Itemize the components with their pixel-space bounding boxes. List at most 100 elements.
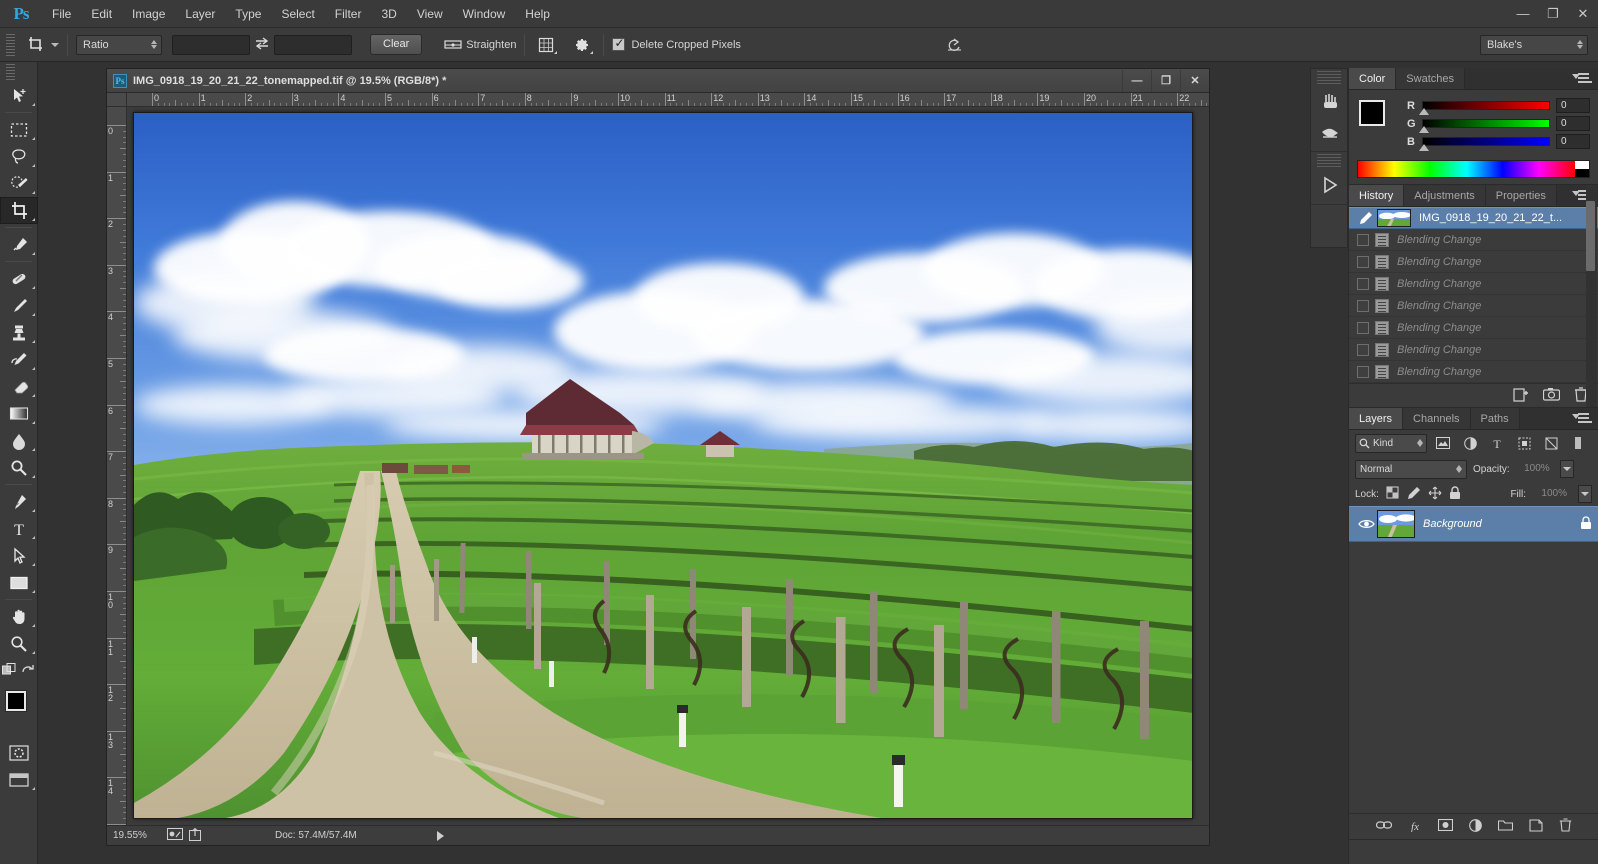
document-close-button[interactable]: ✕ (1180, 69, 1209, 92)
path-selection-tool[interactable] (0, 542, 38, 569)
history-item[interactable]: Blending Change (1349, 229, 1598, 251)
filter-shape-icon[interactable] (1513, 433, 1535, 453)
tools-panel-grip[interactable] (0, 62, 37, 82)
share-icon[interactable] (189, 827, 203, 844)
history-snapshot-checkbox[interactable] (1357, 343, 1369, 356)
history-snapshot-checkbox[interactable] (1357, 233, 1369, 246)
filter-pixel-icon[interactable] (1432, 433, 1454, 453)
history-brush-source-icon[interactable] (1357, 211, 1373, 225)
tab-swatches[interactable]: Swatches (1396, 68, 1465, 89)
rectangular-marquee-tool[interactable] (0, 116, 38, 143)
tool-presets-icon[interactable] (1311, 117, 1349, 147)
gear-icon[interactable] (569, 33, 595, 57)
history-item[interactable]: Blending Change (1349, 317, 1598, 339)
document-restore-button[interactable]: ❐ (1151, 69, 1180, 92)
crop-ratio-select[interactable]: Ratio (76, 34, 162, 55)
menu-edit[interactable]: Edit (81, 0, 122, 28)
rectangle-tool[interactable] (0, 569, 38, 596)
fill-chevron-down-icon[interactable] (1578, 485, 1592, 503)
workspace-select[interactable]: Blake's (1480, 34, 1588, 55)
filter-type-icon[interactable]: T (1486, 433, 1508, 453)
color-panel-menu-icon[interactable] (1572, 73, 1592, 85)
spot-healing-brush-tool[interactable] (0, 265, 38, 292)
fill-value[interactable]: 100% (1533, 485, 1571, 503)
link-layers-icon[interactable] (1375, 819, 1392, 834)
value-g[interactable]: 0 (1556, 116, 1590, 131)
history-list[interactable]: IMG_0918_19_20_21_22_t... Blending Chang… (1349, 185, 1598, 407)
straighten-icon[interactable] (440, 33, 466, 57)
history-item-current[interactable]: IMG_0918_19_20_21_22_t... (1349, 207, 1598, 229)
add-layer-mask-icon[interactable] (1437, 818, 1453, 834)
quick-mask-icon[interactable] (0, 739, 38, 766)
new-document-from-state-icon[interactable] (1513, 387, 1529, 405)
menu-help[interactable]: Help (515, 0, 560, 28)
blur-tool[interactable] (0, 427, 38, 454)
tool-preset-chevron-down-icon[interactable] (51, 42, 59, 47)
restore-button[interactable]: ❐ (1538, 0, 1568, 28)
zoom-level[interactable]: 19.55% (113, 830, 167, 841)
filter-smart-object-icon[interactable] (1540, 433, 1562, 453)
layer-kind-select[interactable]: Kind (1355, 433, 1427, 453)
crop-overlay-grid-icon[interactable] (533, 33, 559, 57)
dock-grip-2[interactable] (1317, 154, 1341, 168)
dock-grip-1[interactable] (1317, 71, 1341, 85)
quick-selection-tool[interactable] (0, 170, 38, 197)
menu-file[interactable]: File (42, 0, 81, 28)
color-panel-swatches[interactable] (1357, 98, 1401, 142)
tab-paths[interactable]: Paths (1470, 408, 1520, 429)
layer-style-fx-icon[interactable]: fx (1408, 819, 1422, 835)
white-black-swatch[interactable] (1575, 161, 1589, 177)
reset-colors-icon[interactable] (21, 663, 35, 679)
straighten-label[interactable]: Straighten (466, 39, 516, 51)
layer-row-background[interactable]: Background (1349, 506, 1598, 542)
new-snapshot-icon[interactable] (1542, 387, 1561, 404)
delete-cropped-pixels-checkbox[interactable]: Delete Cropped Pixels (612, 36, 741, 51)
horizontal-ruler[interactable]: 0 1 2 3 4 5 6 7 8 9 10 11 12 13 14 15 16 17 18 19 20 21 22 (127, 93, 1209, 107)
zoom-tool[interactable] (0, 630, 38, 657)
filter-toggle-icon[interactable] (1567, 433, 1589, 453)
eraser-tool[interactable] (0, 373, 38, 400)
options-bar-grip[interactable] (6, 33, 15, 56)
menu-select[interactable]: Select (271, 0, 324, 28)
tab-history[interactable]: History (1349, 185, 1405, 206)
history-snapshot-checkbox[interactable] (1357, 299, 1369, 312)
dodge-tool[interactable] (0, 454, 38, 481)
menu-layer[interactable]: Layer (175, 0, 225, 28)
history-item[interactable]: Blending Change (1349, 251, 1598, 273)
new-layer-icon[interactable] (1528, 818, 1543, 835)
layer-list[interactable]: Background (1349, 506, 1598, 796)
screen-mode-icon[interactable] (0, 766, 38, 793)
move-tool[interactable] (0, 82, 38, 109)
history-snapshot-checkbox[interactable] (1357, 365, 1369, 378)
layer-visibility-eye-icon[interactable] (1355, 518, 1377, 530)
lock-image-pixels-icon[interactable] (1406, 486, 1421, 503)
pen-tool[interactable] (0, 488, 38, 515)
slider-b[interactable] (1419, 137, 1550, 151)
slider-thumb-b[interactable] (1419, 144, 1429, 151)
color-panel-foreground-swatch[interactable] (1359, 100, 1385, 126)
crop-tool-icon[interactable] (21, 32, 49, 58)
history-snapshot-checkbox[interactable] (1357, 277, 1369, 290)
history-item[interactable]: Blending Change (1349, 295, 1598, 317)
history-snapshot-checkbox[interactable] (1357, 321, 1369, 334)
history-snapshot-checkbox[interactable] (1357, 255, 1369, 268)
spectrum-gradient[interactable] (1358, 161, 1575, 177)
menu-3d[interactable]: 3D (371, 0, 406, 28)
value-r[interactable]: 0 (1556, 98, 1590, 113)
menu-type[interactable]: Type (225, 0, 271, 28)
opacity-chevron-down-icon[interactable] (1559, 460, 1574, 478)
history-brush-tool[interactable] (0, 346, 38, 373)
reset-icon[interactable] (941, 33, 967, 57)
document-title-bar[interactable]: Ps IMG_0918_19_20_21_22_tonemapped.tif @… (107, 69, 1209, 93)
tab-color[interactable]: Color (1349, 68, 1397, 89)
opacity-value[interactable]: 100% (1515, 460, 1554, 478)
hand-tool[interactable] (0, 603, 38, 630)
lock-all-icon[interactable] (1449, 485, 1461, 503)
menu-window[interactable]: Window (453, 0, 516, 28)
slider-thumb-g[interactable] (1419, 126, 1429, 133)
close-button[interactable]: ✕ (1568, 0, 1598, 28)
tab-adjustments[interactable]: Adjustments (1404, 185, 1486, 206)
new-adjustment-layer-icon[interactable] (1468, 818, 1482, 835)
document-image[interactable] (133, 112, 1193, 819)
value-b[interactable]: 0 (1556, 134, 1590, 149)
